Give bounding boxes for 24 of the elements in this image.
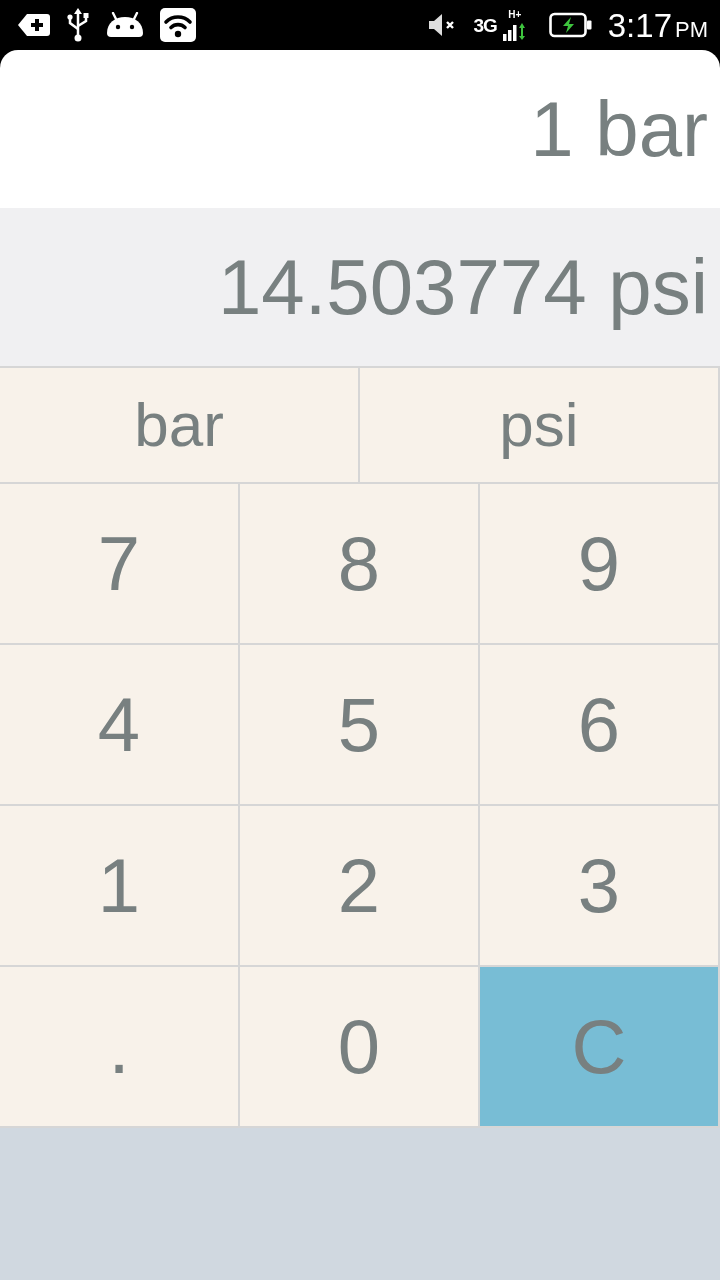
network-type-text: 3G xyxy=(473,15,497,35)
key-button[interactable]: 8 xyxy=(240,484,480,645)
key-button[interactable]: 9 xyxy=(480,484,720,645)
plus-tag-icon xyxy=(18,14,50,36)
clock-time: 3:17 xyxy=(607,8,672,42)
key-button[interactable]: . xyxy=(0,967,240,1128)
key-button[interactable]: 1 xyxy=(0,806,240,967)
clock-period: PM xyxy=(675,18,708,41)
battery-charging-icon xyxy=(548,12,592,38)
usb-icon xyxy=(66,8,90,42)
key-button[interactable]: 7 xyxy=(0,484,240,645)
key-button[interactable]: 3 xyxy=(480,806,720,967)
unit-button[interactable]: bar xyxy=(0,368,360,484)
robot-head-icon xyxy=(106,12,144,38)
key-button[interactable]: 2 xyxy=(240,806,480,967)
unit-button[interactable]: psi xyxy=(360,368,720,484)
input-value: 1 bar xyxy=(530,90,708,168)
key-button[interactable]: 4 xyxy=(0,645,240,806)
key-button[interactable]: 0 xyxy=(240,967,480,1128)
key-button[interactable]: 5 xyxy=(240,645,480,806)
wifi-icon xyxy=(160,8,196,42)
key-button[interactable]: 6 xyxy=(480,645,720,806)
clear-button[interactable]: C xyxy=(480,967,720,1128)
network-badge-text: H+ xyxy=(508,9,522,20)
